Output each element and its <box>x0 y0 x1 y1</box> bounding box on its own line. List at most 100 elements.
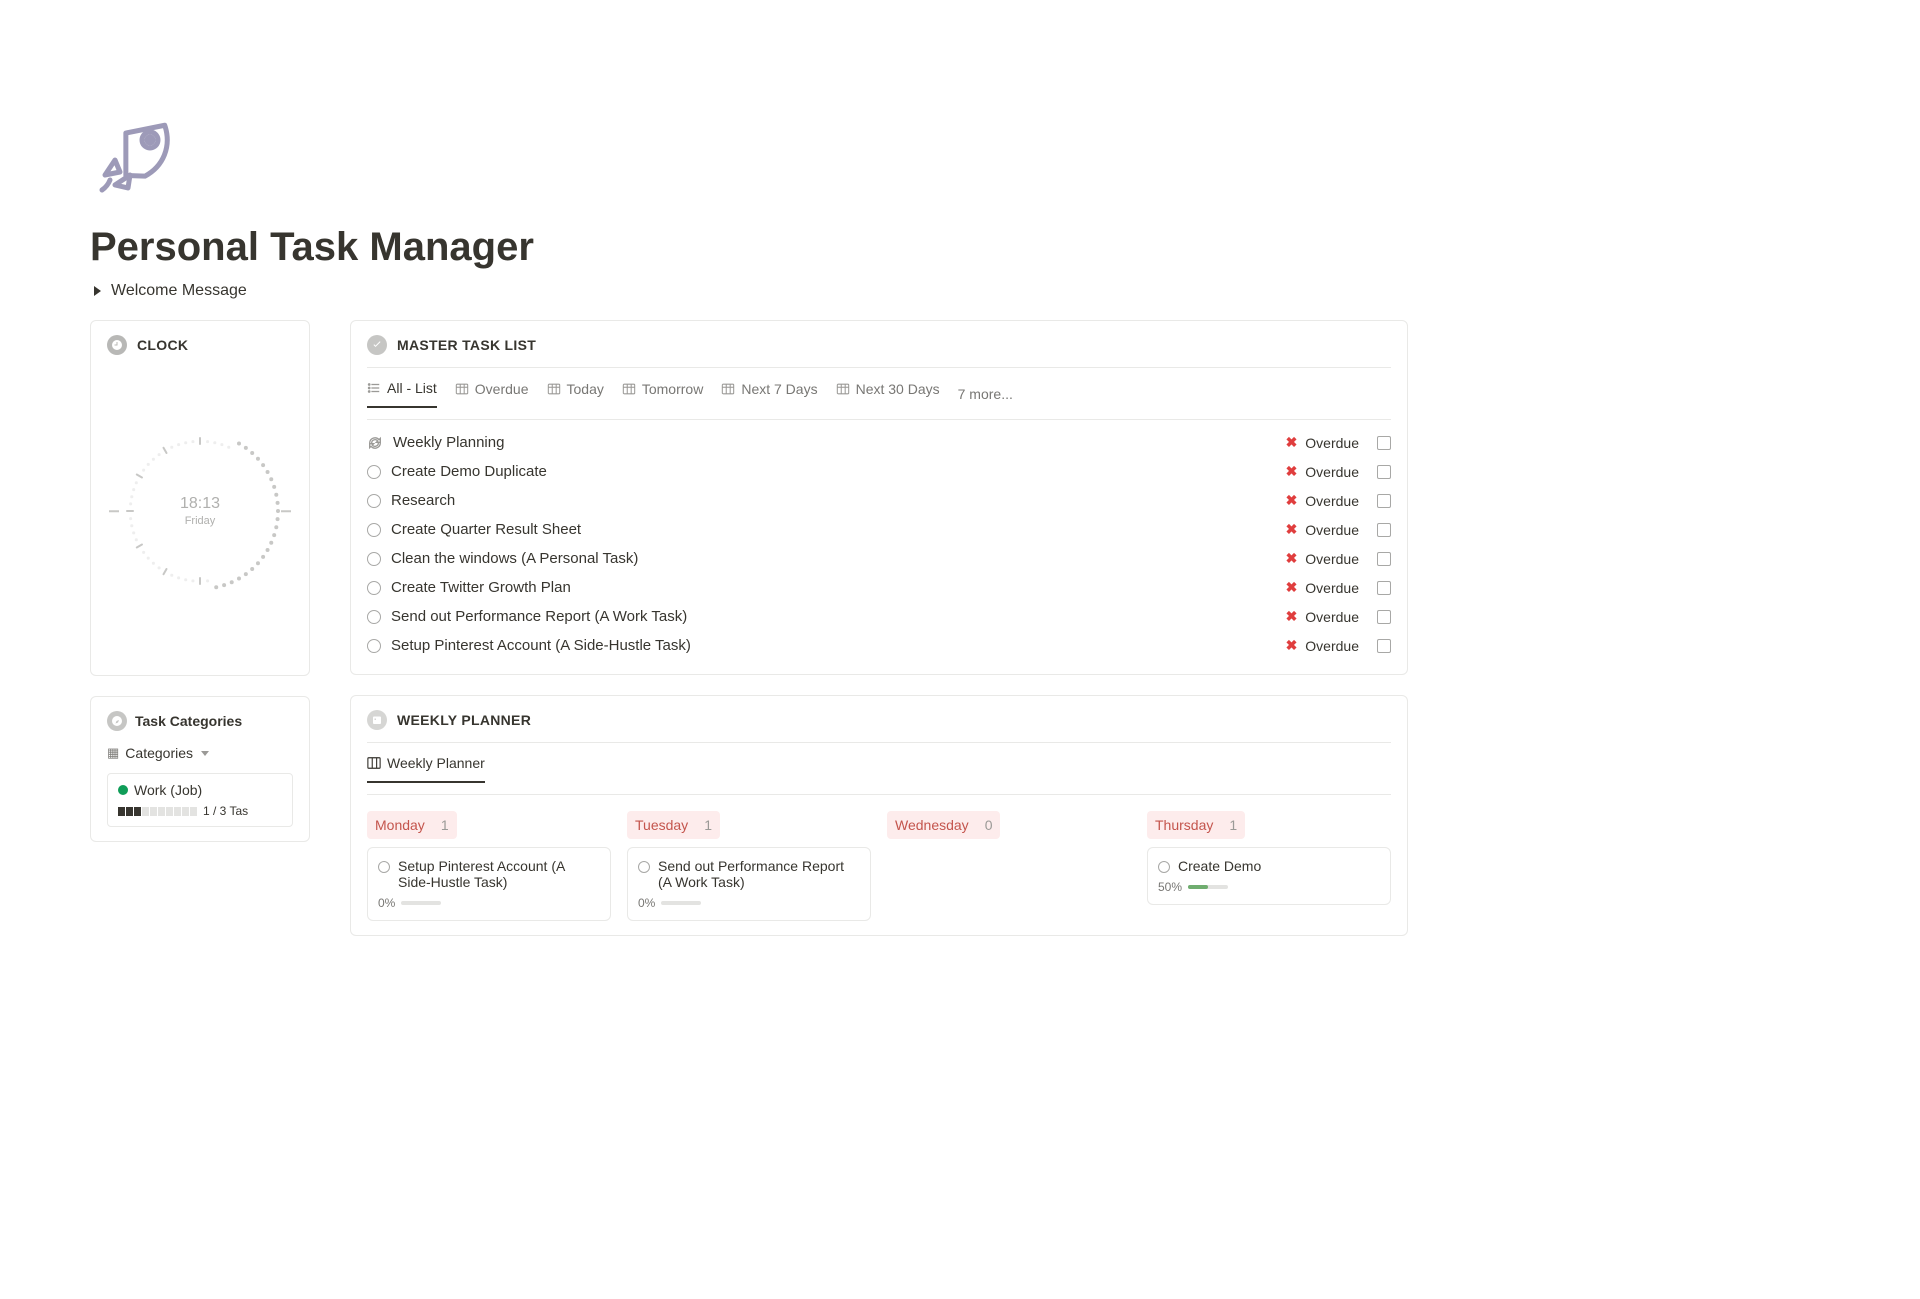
task-title: Create Demo Duplicate <box>391 463 547 480</box>
planner-card[interactable]: Setup Pinterest Account (A Side-Hustle T… <box>367 847 611 921</box>
task-title: Weekly Planning <box>393 434 504 451</box>
task-row[interactable]: Create Demo Duplicate ✖ Overdue <box>367 457 1391 486</box>
x-icon: ✖ <box>1286 608 1298 625</box>
task-row[interactable]: Weekly Planning ✖ Overdue <box>367 428 1391 457</box>
status-badge: Overdue <box>1305 522 1359 538</box>
chevron-right-icon <box>94 286 101 296</box>
tab-overdue[interactable]: Overdue <box>455 381 529 407</box>
planner-card[interactable]: Send out Performance Report (A Work Task… <box>627 847 871 921</box>
planner-card[interactable]: Create Demo50% <box>1147 847 1391 905</box>
task-row[interactable]: Create Quarter Result Sheet ✖ Overdue <box>367 515 1391 544</box>
status-badge: Overdue <box>1305 551 1359 567</box>
progress-bar <box>1188 885 1228 889</box>
x-icon: ✖ <box>1286 521 1298 538</box>
task-title: Setup Pinterest Account (A Side-Hustle T… <box>391 637 691 654</box>
progress-bar <box>661 901 701 905</box>
x-icon: ✖ <box>1286 637 1298 654</box>
task-checkbox[interactable] <box>1377 610 1391 624</box>
weekly-planner-card: WEEKLY PLANNER Weekly Planner Monday1 Set… <box>350 695 1408 936</box>
task-status-circle <box>367 581 381 595</box>
tab-weekly-planner[interactable]: Weekly Planner <box>367 755 485 783</box>
task-row[interactable]: Setup Pinterest Account (A Side-Hustle T… <box>367 631 1391 660</box>
status-badge: Overdue <box>1305 638 1359 654</box>
status-badge: Overdue <box>1305 580 1359 596</box>
planner-card-title: Setup Pinterest Account (A Side-Hustle T… <box>398 858 600 890</box>
category-name: Work (Job) <box>134 782 202 798</box>
task-status-circle <box>1158 861 1170 873</box>
more-views[interactable]: 7 more... <box>958 386 1013 402</box>
day-column: Wednesday0 <box>887 811 1131 921</box>
tab-next-7-days[interactable]: Next 7 Days <box>721 381 817 407</box>
grid-icon: ▦ <box>107 745 119 761</box>
welcome-toggle[interactable]: Welcome Message <box>90 282 1300 300</box>
table-icon <box>622 382 636 396</box>
status-badge: Overdue <box>1305 464 1359 480</box>
clock-icon <box>107 335 127 355</box>
task-row[interactable]: Research ✖ Overdue <box>367 486 1391 515</box>
planner-card-title: Send out Performance Report (A Work Task… <box>658 858 860 890</box>
task-status-circle <box>367 552 381 566</box>
master-header: MASTER TASK LIST <box>367 335 1391 368</box>
task-checkbox[interactable] <box>1377 552 1391 566</box>
tab-next-30-days[interactable]: Next 30 Days <box>836 381 940 407</box>
day-header[interactable]: Wednesday0 <box>887 811 1000 839</box>
rocket-icon <box>90 100 1300 205</box>
planner-board: Monday1 Setup Pinterest Account (A Side-H… <box>367 811 1391 921</box>
task-categories-header: Task Categories <box>107 711 293 731</box>
percent-label: 0% <box>638 896 655 910</box>
planner-header: WEEKLY PLANNER <box>367 710 1391 743</box>
day-header[interactable]: Tuesday1 <box>627 811 720 839</box>
x-icon: ✖ <box>1286 463 1298 480</box>
task-checkbox[interactable] <box>1377 465 1391 479</box>
task-status-circle <box>367 465 381 479</box>
progress-text: 1 / 3 Tas <box>203 804 248 818</box>
x-icon: ✖ <box>1286 579 1298 596</box>
day-header[interactable]: Thursday1 <box>1147 811 1245 839</box>
tab-tomorrow[interactable]: Tomorrow <box>622 381 703 407</box>
day-column: Monday1 Setup Pinterest Account (A Side-H… <box>367 811 611 921</box>
percent-label: 0% <box>378 896 395 910</box>
status-badge: Overdue <box>1305 609 1359 625</box>
clock-header: CLOCK <box>107 335 293 361</box>
calendar-icon <box>367 710 387 730</box>
task-checkbox[interactable] <box>1377 581 1391 595</box>
view-tabs: All - List Overdue Today Tomorrow Next 7 Day… <box>367 368 1391 420</box>
welcome-label: Welcome Message <box>111 282 247 300</box>
tab-today[interactable]: Today <box>547 381 604 407</box>
task-title: Create Twitter Growth Plan <box>391 579 571 596</box>
task-status-circle <box>367 523 381 537</box>
x-icon: ✖ <box>1286 434 1298 451</box>
green-dot-icon <box>118 785 128 795</box>
task-categories-card: Task Categories ▦ Categories Work (Job) … <box>90 696 310 842</box>
task-list: Weekly Planning✖OverdueCreate Demo Dupli… <box>367 428 1391 660</box>
task-status-circle <box>367 639 381 653</box>
clock-dial: 18:13 Friday <box>115 426 285 596</box>
task-title: Research <box>391 492 455 509</box>
chevron-down-icon <box>201 751 209 756</box>
table-icon <box>721 382 735 396</box>
task-checkbox[interactable] <box>1377 639 1391 653</box>
status-badge: Overdue <box>1305 493 1359 509</box>
categories-toggle[interactable]: ▦ Categories <box>107 745 293 761</box>
progress-bar <box>401 901 441 905</box>
tab-all-list[interactable]: All - List <box>367 380 437 408</box>
task-row[interactable]: Send out Performance Report (A Work Task… <box>367 602 1391 631</box>
table-icon <box>455 382 469 396</box>
clock-card: CLOCK 18:13 Friday <box>90 320 310 676</box>
day-header[interactable]: Monday1 <box>367 811 457 839</box>
task-checkbox[interactable] <box>1377 494 1391 508</box>
sync-icon <box>367 435 383 451</box>
category-item[interactable]: Work (Job) 1 / 3 Tas <box>107 773 293 827</box>
task-title: Create Quarter Result Sheet <box>391 521 581 538</box>
x-icon: ✖ <box>1286 492 1298 509</box>
status-badge: Overdue <box>1305 435 1359 451</box>
task-row[interactable]: Create Twitter Growth Plan ✖ Overdue <box>367 573 1391 602</box>
task-status-circle <box>367 610 381 624</box>
task-checkbox[interactable] <box>1377 523 1391 537</box>
task-checkbox[interactable] <box>1377 436 1391 450</box>
page-title: Personal Task Manager <box>90 225 1300 270</box>
task-status-circle <box>638 861 650 873</box>
list-icon <box>367 381 381 395</box>
table-icon <box>547 382 561 396</box>
task-row[interactable]: Clean the windows (A Personal Task)✖Over… <box>367 544 1391 573</box>
